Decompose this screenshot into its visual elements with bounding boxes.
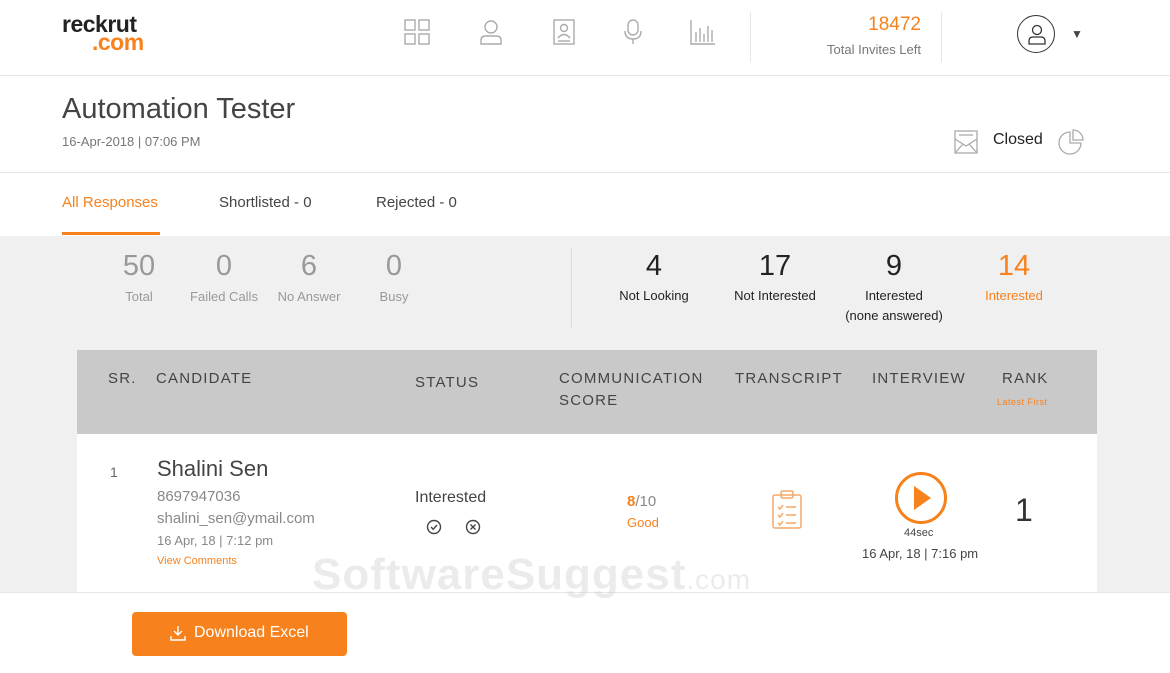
response-tabs: All Responses Shortlisted - 0 Rejected -…: [0, 174, 1170, 236]
stat-no-answer[interactable]: 6 No Answer: [271, 250, 347, 304]
download-icon: [170, 626, 186, 641]
watermark-suffix: .com: [686, 564, 752, 595]
reckrut-logo[interactable]: reckrut .com: [62, 13, 144, 54]
stat-interested-none-answered[interactable]: 9 Interested (none answered): [834, 250, 954, 326]
stat-label: Not Looking: [619, 288, 689, 303]
stat-label: Total: [125, 289, 153, 304]
stat-value: 4: [645, 250, 663, 282]
row-serial: 1: [110, 464, 118, 480]
invites-counter: 18472 Total Invites Left: [750, 12, 942, 62]
stat-label: Interested: [865, 288, 923, 303]
stat-label: Interested: [985, 288, 1043, 303]
column-interview: INTERVIEW: [872, 370, 966, 387]
interview-duration: 44sec: [904, 527, 934, 539]
column-candidate: CANDIDATE: [156, 370, 253, 387]
candidate-email: shalini_sen@ymail.com: [157, 510, 315, 527]
stat-label: Failed Calls: [190, 289, 258, 304]
candidate-name: Shalini Sen: [157, 456, 269, 481]
view-comments-link[interactable]: View Comments: [157, 555, 237, 567]
play-icon: [914, 486, 931, 510]
reject-x-icon[interactable]: [465, 519, 481, 540]
analytics-icon[interactable]: [689, 18, 717, 46]
communication-score: 8/10: [627, 493, 656, 510]
rank-sort-label[interactable]: Latest First: [997, 397, 1048, 407]
stat-total[interactable]: 50 Total: [104, 250, 174, 304]
top-navigation-bar: reckrut .com 18472 Total Invites Left ▼: [0, 0, 1170, 76]
stat-value: 0: [215, 250, 233, 282]
play-interview-button[interactable]: [895, 472, 947, 524]
user-icon[interactable]: [477, 18, 505, 46]
score-label: Good: [627, 515, 659, 530]
stat-not-looking[interactable]: 4 Not Looking: [604, 250, 704, 306]
candidate-phone: 8697947036: [157, 488, 241, 505]
profile-card-icon[interactable]: [550, 18, 578, 46]
pie-chart-icon[interactable]: [1058, 129, 1084, 160]
tab-shortlisted[interactable]: Shortlisted - 0: [219, 194, 312, 211]
job-header: Automation Tester 16-Apr-2018 | 07:06 PM…: [0, 77, 1170, 173]
candidate-date: 16 Apr, 18 | 7:12 pm: [157, 533, 274, 548]
stat-label: No Answer: [277, 289, 341, 304]
stat-value: 9: [885, 250, 903, 282]
stat-interested[interactable]: 14 Interested: [969, 250, 1059, 306]
stat-label: Busy: [379, 289, 409, 304]
invites-count: 18472: [868, 14, 921, 35]
table-header: SR. CANDIDATE STATUS COMMUNICATION SCORE…: [77, 350, 1097, 434]
page-title: Automation Tester: [62, 93, 296, 125]
tab-rejected[interactable]: Rejected - 0: [376, 194, 457, 211]
stat-label: Not Interested: [734, 288, 816, 303]
candidate-status: Interested: [415, 489, 487, 506]
column-status: STATUS: [415, 374, 480, 391]
stat-value: 50: [122, 250, 156, 282]
watermark-main: SoftwareSuggest: [312, 550, 687, 599]
shortlist-check-icon[interactable]: [426, 519, 442, 540]
tab-all-responses[interactable]: All Responses: [62, 194, 158, 211]
stat-value: 14: [997, 250, 1031, 282]
stat-not-interested[interactable]: 17 Not Interested: [720, 250, 830, 306]
score-max: /10: [635, 493, 657, 510]
dashboard-icon[interactable]: [403, 18, 431, 46]
stat-failed-calls[interactable]: 0 Failed Calls: [184, 250, 264, 304]
download-excel-button[interactable]: Download Excel: [132, 612, 347, 656]
stat-busy[interactable]: 0 Busy: [364, 250, 424, 304]
stat-value: 17: [758, 250, 792, 282]
stat-value: 6: [300, 250, 318, 282]
watermark: SoftwareSuggest.com: [312, 550, 751, 600]
bottom-action-bar: Download Excel: [0, 592, 1170, 673]
chevron-down-icon[interactable]: ▼: [1071, 27, 1083, 41]
clipboard-icon[interactable]: [771, 490, 803, 535]
column-communication: COMMUNICATION: [559, 370, 704, 387]
job-status: Closed: [993, 131, 1043, 148]
stats-divider: [571, 248, 572, 328]
interview-date: 16 Apr, 18 | 7:16 pm: [862, 546, 979, 561]
avatar[interactable]: [1017, 15, 1055, 53]
closed-envelope-icon: [954, 129, 978, 160]
column-score: SCORE: [559, 392, 619, 409]
responses-panel: 50 Total 0 Failed Calls 6 No Answer 0 Bu…: [0, 236, 1170, 592]
stat-sublabel: (none answered): [845, 308, 943, 323]
invites-label: Total Invites Left: [827, 42, 921, 57]
active-tab-indicator: [62, 232, 160, 235]
stat-value: 0: [385, 250, 403, 282]
column-rank[interactable]: RANK: [1002, 368, 1048, 390]
column-transcript: TRANSCRIPT: [735, 370, 843, 387]
microphone-icon[interactable]: [619, 18, 647, 46]
column-sr: SR.: [108, 370, 137, 387]
download-excel-label: Download Excel: [194, 624, 309, 641]
candidate-rank: 1: [1015, 492, 1033, 528]
job-datetime: 16-Apr-2018 | 07:06 PM: [62, 134, 201, 149]
